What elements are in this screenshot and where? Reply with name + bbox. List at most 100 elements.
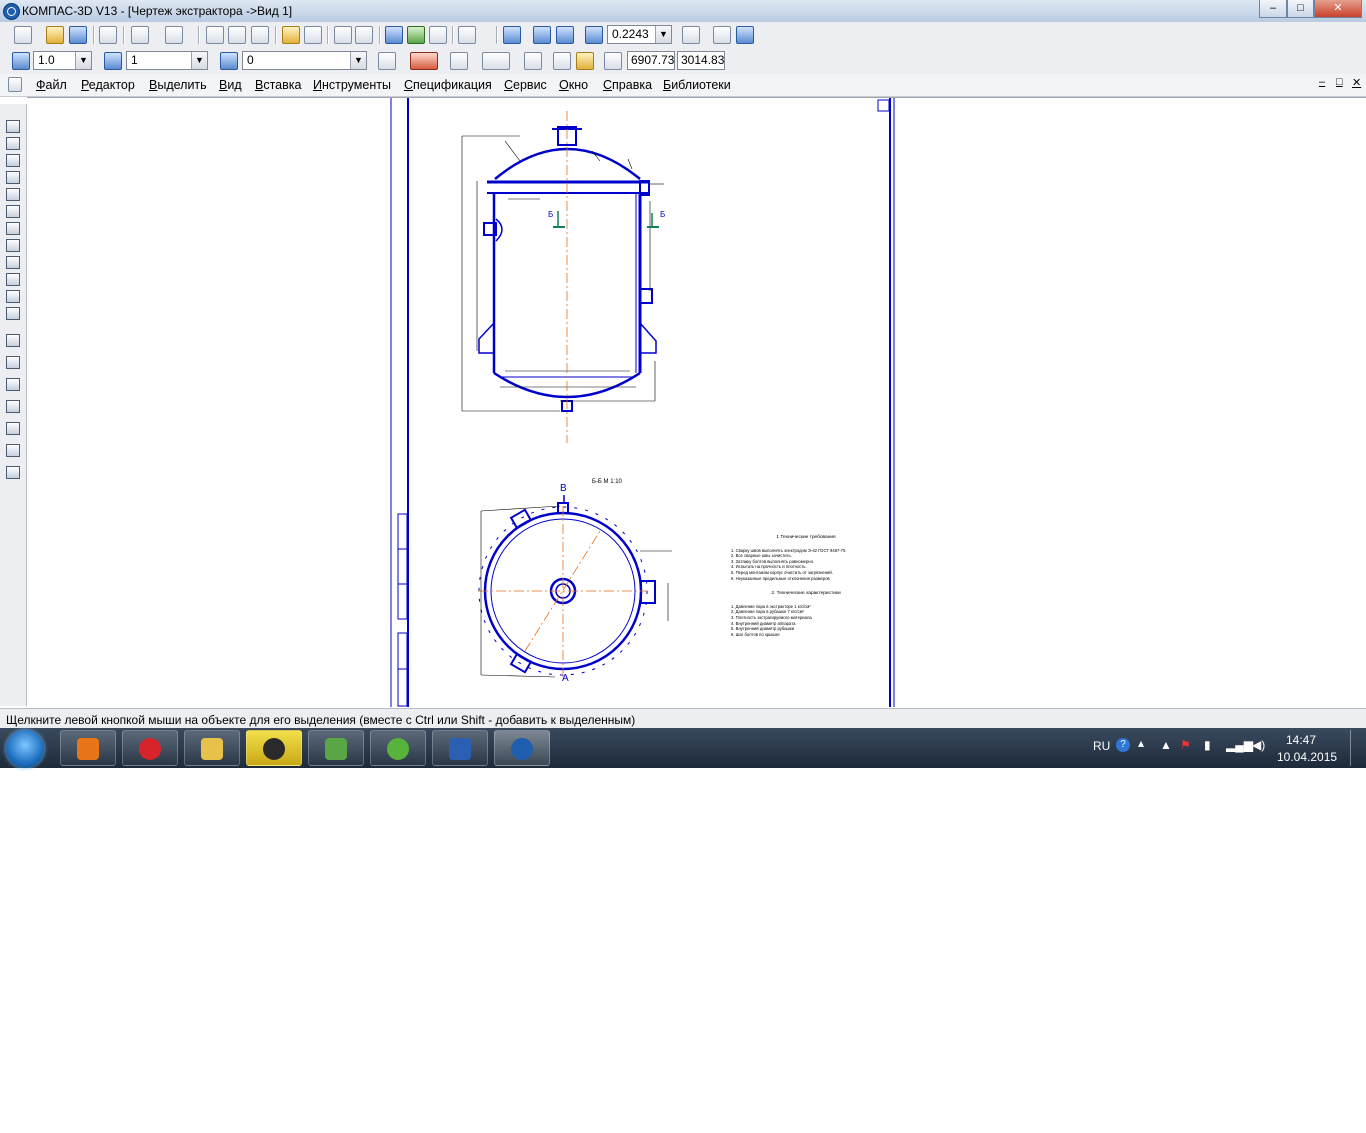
language-indicator[interactable]: RU — [1093, 739, 1110, 753]
linear-dim-icon[interactable] — [6, 356, 20, 369]
menu-edit[interactable]: Редактор — [81, 78, 135, 92]
network-icon[interactable]: ▂▄▆ — [1226, 738, 1253, 752]
select-icon[interactable] — [6, 222, 20, 235]
zoom-window-icon[interactable] — [503, 26, 521, 44]
snap-magnet-icon[interactable] — [410, 52, 438, 70]
taskbar-word[interactable] — [432, 730, 488, 766]
taskbar-kompas[interactable] — [494, 730, 550, 766]
tray-expand-icon[interactable]: ▴ — [1138, 736, 1144, 750]
parametrization-icon[interactable] — [6, 188, 20, 201]
manager-icon[interactable] — [385, 26, 403, 44]
document-menu-icon[interactable] — [8, 77, 22, 92]
coord-y-field[interactable]: 3014.83 — [677, 51, 725, 70]
start-button[interactable] — [6, 730, 44, 768]
style-icon[interactable] — [220, 52, 238, 70]
scale-dropdown-arrow-icon[interactable]: ▼ — [75, 52, 91, 69]
taskbar-utorrent[interactable] — [370, 730, 426, 766]
associative-views-icon[interactable] — [6, 239, 20, 252]
drawing-canvas[interactable]: Б Б Б-Б М 1:10 В А 1 Технические требова… — [27, 97, 1366, 707]
zoom-in-icon[interactable] — [533, 26, 551, 44]
grid-icon[interactable] — [378, 52, 396, 70]
paste-icon[interactable] — [251, 26, 269, 44]
pan-icon[interactable] — [682, 26, 700, 44]
rounding-icon[interactable] — [524, 52, 542, 70]
variables-fx-icon[interactable] — [429, 26, 447, 44]
coord-x-field[interactable]: 6907.73 — [627, 51, 675, 70]
angle-dim-icon[interactable] — [6, 422, 20, 435]
save-icon[interactable] — [69, 26, 87, 44]
copy-icon[interactable] — [228, 26, 246, 44]
zoom-out-icon[interactable] — [556, 26, 574, 44]
taskbar-map-app[interactable] — [308, 730, 364, 766]
menu-view[interactable]: Вид — [219, 78, 242, 92]
taskbar-autocad[interactable] — [246, 730, 302, 766]
menu-tools[interactable]: Инструменты — [313, 78, 391, 92]
snap-cursor-icon[interactable] — [576, 52, 594, 70]
layer-combo[interactable]: 1 ▼ — [126, 51, 208, 70]
diameter-dim-icon[interactable] — [6, 378, 20, 391]
minimize-button[interactable]: – — [1259, 0, 1287, 18]
taskbar-media-player[interactable] — [60, 730, 116, 766]
layer-icon[interactable] — [104, 52, 122, 70]
menu-help[interactable]: Справка — [603, 78, 652, 92]
insert-icon[interactable] — [6, 290, 20, 303]
local-cs-icon[interactable] — [12, 52, 30, 70]
clock-date[interactable]: 10.04.2015 — [1277, 750, 1337, 764]
geometry-icon[interactable] — [6, 120, 20, 133]
leader-icon[interactable] — [6, 444, 20, 457]
cut-icon[interactable] — [206, 26, 224, 44]
properties-icon[interactable] — [304, 26, 322, 44]
style-combo[interactable]: 0 ▼ — [242, 51, 367, 70]
zoom-combo[interactable]: 0.2243 ▼ — [607, 25, 672, 44]
reports-icon[interactable] — [6, 273, 20, 286]
menu-specification[interactable]: Спецификация — [404, 78, 492, 92]
menu-file[interactable]: Файл — [36, 78, 67, 92]
help-pointer-icon[interactable] — [458, 26, 476, 44]
edit-icon[interactable] — [6, 171, 20, 184]
coords-xy-icon[interactable] — [604, 52, 622, 70]
dimensions-icon[interactable] — [6, 137, 20, 150]
measure-icon[interactable] — [6, 205, 20, 218]
doc-minimize-icon[interactable]: – — [1319, 76, 1325, 88]
doc-close-icon[interactable]: ✕ — [1352, 76, 1361, 89]
layer-dropdown-arrow-icon[interactable]: ▼ — [191, 52, 207, 69]
menu-libraries[interactable]: Библиотеки — [663, 78, 731, 92]
fragment-icon[interactable] — [6, 307, 20, 320]
open-folder-icon[interactable] — [46, 26, 64, 44]
zoom-dropdown-arrow-icon[interactable]: ▼ — [655, 26, 671, 43]
menu-select[interactable]: Выделить — [149, 78, 207, 92]
help-tray-icon[interactable]: ? — [1116, 738, 1130, 752]
new-document-icon[interactable] — [14, 26, 32, 44]
style-dropdown-arrow-icon[interactable]: ▼ — [350, 52, 366, 69]
menu-window[interactable]: Окно — [559, 78, 588, 92]
action-center-icon[interactable]: ⚑ — [1180, 738, 1191, 752]
battery-icon[interactable]: ▮ — [1204, 738, 1211, 752]
show-desktop-button[interactable] — [1350, 730, 1361, 766]
menu-service[interactable]: Сервис — [504, 78, 547, 92]
spec-icon[interactable] — [6, 256, 20, 269]
print-preview-icon[interactable] — [131, 26, 149, 44]
roughness-icon[interactable] — [6, 466, 20, 479]
zoom-scale-icon[interactable] — [585, 26, 603, 44]
taskbar-yandex-browser[interactable] — [122, 730, 178, 766]
volume-icon[interactable]: ◀) — [1252, 738, 1265, 752]
refresh-icon[interactable] — [736, 26, 754, 44]
ortho-icon[interactable] — [450, 52, 468, 70]
undo-icon[interactable] — [334, 26, 352, 44]
scale-combo[interactable]: 1.0 ▼ — [33, 51, 92, 70]
taskbar-explorer[interactable] — [184, 730, 240, 766]
close-button[interactable]: ✕ — [1314, 0, 1362, 18]
symbols-icon[interactable] — [6, 154, 20, 167]
library-manager-icon[interactable] — [407, 26, 425, 44]
print-icon[interactable] — [99, 26, 117, 44]
radial-dim-icon[interactable] — [6, 400, 20, 413]
clock-time[interactable]: 14:47 — [1286, 733, 1316, 747]
corner-icon[interactable] — [553, 52, 571, 70]
page-setup-icon[interactable] — [165, 26, 183, 44]
parametric-icon[interactable] — [482, 52, 510, 70]
doc-restore-icon[interactable]: □ — [1336, 76, 1343, 88]
maximize-button[interactable]: □ — [1287, 0, 1314, 18]
hatch-icon[interactable] — [6, 334, 20, 347]
menu-insert[interactable]: Вставка — [255, 78, 301, 92]
kompas-app-icon[interactable] — [3, 3, 20, 20]
